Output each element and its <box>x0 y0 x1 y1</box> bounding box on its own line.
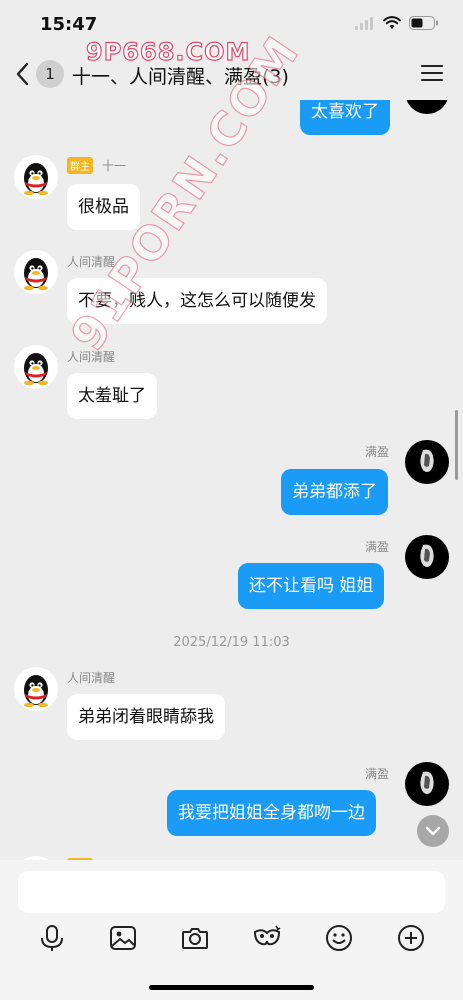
message-bubble-outgoing[interactable]: 我要把姐姐全身都吻一边 <box>167 790 376 836</box>
qq-penguin-icon <box>24 258 48 291</box>
message-bubble-outgoing[interactable]: 还不让看吗 姐姐 <box>238 563 385 609</box>
avatar[interactable] <box>14 667 58 711</box>
scrollbar[interactable] <box>455 410 458 480</box>
profile-photo-icon <box>420 449 434 472</box>
profile-photo-icon <box>420 771 434 794</box>
avatar[interactable] <box>405 762 449 806</box>
message-timestamp: 2025/12/19 11:03 <box>173 635 290 650</box>
sender-name: 人间清醒 <box>67 671 116 685</box>
status-icons <box>355 16 439 30</box>
signal-icon <box>355 17 373 30</box>
home-indicator <box>149 985 314 990</box>
sender-name: 满盈 <box>365 445 390 459</box>
sender-name: 满盈 <box>365 540 390 554</box>
qq-penguin-icon <box>24 163 48 196</box>
avatar[interactable] <box>405 535 449 579</box>
message-input[interactable] <box>18 871 445 913</box>
avatar[interactable] <box>14 250 58 294</box>
smiley-icon[interactable] <box>322 921 356 955</box>
qq-penguin-icon <box>24 675 48 708</box>
message-bubble-incoming[interactable]: 弟弟闭着眼睛舔我 <box>67 694 225 740</box>
message-bubble-incoming[interactable]: 太羞耻了 <box>67 373 157 419</box>
battery-icon <box>409 16 438 30</box>
emoji-mask-icon[interactable] <box>250 921 284 955</box>
qq-penguin-icon <box>24 353 48 386</box>
avatar[interactable] <box>405 100 449 114</box>
back-chevron-icon[interactable] <box>12 60 34 88</box>
scroll-to-bottom-button[interactable] <box>417 815 449 847</box>
message-bubble-outgoing[interactable]: 弟弟都添了 <box>281 469 388 515</box>
message-bubble-incoming[interactable]: 很极品 <box>67 184 140 230</box>
avatar[interactable] <box>14 345 58 389</box>
owner-badge: 群主 <box>67 157 93 174</box>
sender-name: 十一 <box>102 159 127 173</box>
message-bubble-outgoing[interactable]: 太喜欢了 <box>300 100 390 135</box>
image-icon[interactable] <box>106 921 140 955</box>
avatar[interactable] <box>14 155 58 199</box>
chat-message-list[interactable]: 太喜欢了 群主 十一 很极品 人间清醒 不要，贱人，这怎么可以随便发 人间清醒 … <box>0 100 463 860</box>
menu-icon[interactable] <box>421 64 443 82</box>
wifi-icon <box>383 16 401 29</box>
sender-name: 满盈 <box>365 767 390 781</box>
avatar[interactable] <box>405 440 449 484</box>
status-time: 15:47 <box>40 14 98 35</box>
unread-count-badge[interactable]: 1 <box>36 60 64 88</box>
profile-photo-icon <box>420 544 434 567</box>
microphone-icon[interactable] <box>35 921 69 955</box>
camera-icon[interactable] <box>178 921 212 955</box>
plus-icon[interactable] <box>394 921 428 955</box>
chevron-down-icon <box>425 826 441 836</box>
